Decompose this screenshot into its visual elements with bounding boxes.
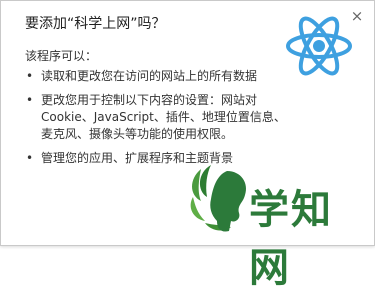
- permission-item: 更改您用于控制以下内容的设置：网站对Cookie、JavaScript、插件、地…: [25, 92, 295, 143]
- watermark-text: 学知网: [249, 187, 333, 291]
- permission-list: 读取和更改您在访问的网站上的所有数据 更改您用于控制以下内容的设置：网站对Coo…: [25, 68, 295, 174]
- permission-item: 读取和更改您在访问的网站上的所有数据: [25, 68, 295, 85]
- dialog-title: 要添加“科学上网”吗？: [25, 16, 166, 32]
- leaf-face-logo: [190, 165, 247, 232]
- extension-install-dialog: 要添加“科学上网”吗？ × 该程序可以： 读取和更改您在访问的网站上的所有数据 …: [0, 0, 375, 291]
- watermark: 学知网: [187, 161, 367, 291]
- dialog-subtitle: 该程序可以：: [25, 49, 98, 63]
